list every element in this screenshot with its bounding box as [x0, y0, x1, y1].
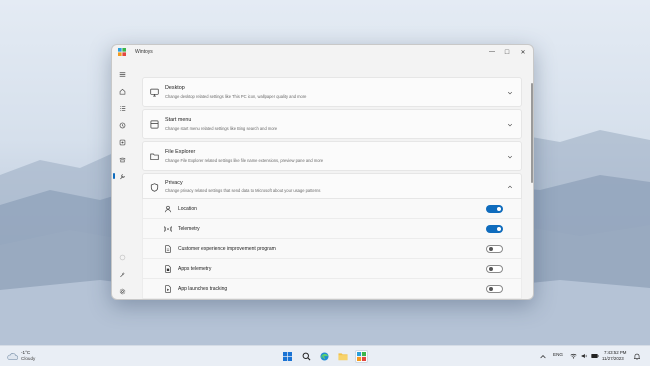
taskbar-edge-button[interactable]	[318, 350, 331, 363]
notification-bell-icon[interactable]	[634, 353, 640, 360]
location-toggle[interactable]	[486, 205, 503, 213]
window-title: Wintoys	[135, 49, 153, 55]
folder-icon	[150, 153, 159, 160]
toggle-knob	[489, 247, 494, 252]
taskbar-file-explorer-button[interactable]	[336, 350, 349, 363]
apps-telemetry-toggle[interactable]	[486, 265, 503, 273]
tweaks-icon	[119, 173, 125, 179]
cloud-icon	[7, 353, 18, 361]
setting-label: Apps telemetry	[178, 266, 212, 272]
wifi-icon[interactable]	[570, 353, 577, 359]
setting-label: App launches tracking	[178, 286, 228, 292]
gear-icon	[119, 288, 125, 294]
navigation-rail	[112, 63, 132, 299]
setting-row-apps-telemetry: Apps telemetry	[142, 259, 522, 279]
shield-icon	[150, 183, 159, 192]
minimize-button[interactable]: —	[485, 47, 499, 57]
weather-temperature: -1°C	[21, 350, 31, 355]
start-icon	[283, 352, 292, 361]
app-launches-toggle[interactable]	[486, 285, 503, 293]
toggle-knob	[489, 267, 494, 272]
close-button[interactable]: ✕	[516, 47, 530, 57]
setting-row-location: Location	[142, 199, 522, 219]
clock-date[interactable]: 11/27/2023	[602, 356, 624, 361]
document-icon	[165, 245, 171, 253]
settings-content: Desktop Change desktop related settings …	[142, 65, 526, 299]
language-indicator[interactable]: ENG	[553, 352, 563, 357]
chevron-down-icon	[507, 155, 513, 159]
section-description: Change desktop related settings like Thi…	[165, 94, 307, 99]
home-icon	[119, 88, 125, 94]
setting-row-ceip: Customer experience improvement program	[142, 239, 522, 259]
nav-item-home[interactable]	[115, 85, 129, 97]
setting-label: Location	[178, 206, 197, 212]
nav-menu-toggle[interactable]	[115, 68, 129, 80]
battery-icon[interactable]	[591, 353, 599, 359]
telemetry-toggle[interactable]	[486, 225, 503, 233]
title-bar[interactable]: Wintoys — □ ✕	[112, 45, 533, 59]
start-menu-icon	[150, 120, 159, 129]
extensions-icon	[119, 272, 124, 277]
section-file-explorer[interactable]: File Explorer Change File Explorer relat…	[142, 141, 522, 171]
section-title: Desktop	[165, 85, 185, 91]
section-description: Change File Explorer related settings li…	[165, 158, 324, 163]
apps-list-icon	[119, 105, 125, 111]
health-icon	[119, 122, 125, 128]
toggle-knob	[496, 226, 501, 231]
section-title: Start menu	[165, 117, 192, 123]
nav-item-apps[interactable]	[115, 102, 129, 114]
person-pin-icon	[164, 205, 172, 213]
section-desktop[interactable]: Desktop Change desktop related settings …	[142, 77, 522, 107]
nav-item-performance[interactable]	[115, 153, 129, 165]
chevron-down-icon	[507, 123, 513, 127]
nav-item-tweaks[interactable]	[113, 170, 129, 182]
setting-row-app-launches: App launches tracking	[142, 279, 522, 299]
chevron-up-icon	[507, 185, 513, 189]
app-document-icon	[165, 265, 171, 273]
content-scrollbar[interactable]	[531, 83, 533, 183]
nav-item-account[interactable]	[115, 251, 129, 263]
monitor-icon	[150, 88, 159, 97]
nav-item-health[interactable]	[115, 119, 129, 131]
section-start-menu[interactable]: Start menu Change start menu related set…	[142, 109, 522, 139]
chevron-down-icon	[507, 91, 513, 95]
toggle-knob	[496, 206, 501, 211]
wintoys-icon	[357, 352, 366, 361]
setting-label: Customer experience improvement program	[178, 246, 276, 252]
app-logo-icon	[118, 48, 126, 56]
section-description: Change privacy related settings that sen…	[165, 188, 321, 193]
taskbar-start-button[interactable]	[281, 350, 294, 363]
toggle-knob	[489, 287, 494, 292]
section-privacy[interactable]: Privacy Change privacy related settings …	[142, 173, 522, 199]
account-icon	[119, 254, 125, 260]
hamburger-menu-icon	[119, 71, 125, 77]
section-description: Change start menu related settings like …	[165, 126, 278, 131]
search-icon	[302, 352, 311, 361]
section-title: Privacy	[165, 180, 183, 186]
performance-icon	[118, 157, 126, 162]
clock-time[interactable]: 7:43:52 PM	[604, 350, 626, 355]
services-icon	[119, 139, 125, 145]
taskbar-search-button[interactable]	[300, 350, 313, 363]
volume-icon[interactable]	[581, 353, 588, 359]
nav-item-settings[interactable]	[115, 285, 129, 297]
tracking-icon	[165, 285, 171, 293]
weather-widget[interactable]: -1°C Cloudy	[7, 350, 67, 364]
section-title: File Explorer	[165, 149, 196, 155]
edge-icon	[320, 352, 329, 361]
taskbar-wintoys-button[interactable]	[355, 350, 368, 363]
chevron-up-icon[interactable]	[540, 354, 546, 359]
nav-item-services[interactable]	[115, 136, 129, 148]
taskbar: -1°C Cloudy ENG 7:43:52 PM 11/27/2023	[0, 345, 650, 366]
app-window: Wintoys — □ ✕ Desktop Change desktop rel…	[111, 44, 534, 300]
maximize-button[interactable]: □	[500, 47, 514, 57]
setting-label: Telemetry	[178, 226, 200, 232]
ceip-toggle[interactable]	[486, 245, 503, 253]
weather-condition: Cloudy	[21, 356, 36, 361]
setting-row-telemetry: Telemetry	[142, 219, 522, 239]
signal-icon	[164, 226, 172, 232]
nav-item-extensions[interactable]	[115, 268, 129, 280]
file-explorer-icon	[337, 353, 348, 361]
